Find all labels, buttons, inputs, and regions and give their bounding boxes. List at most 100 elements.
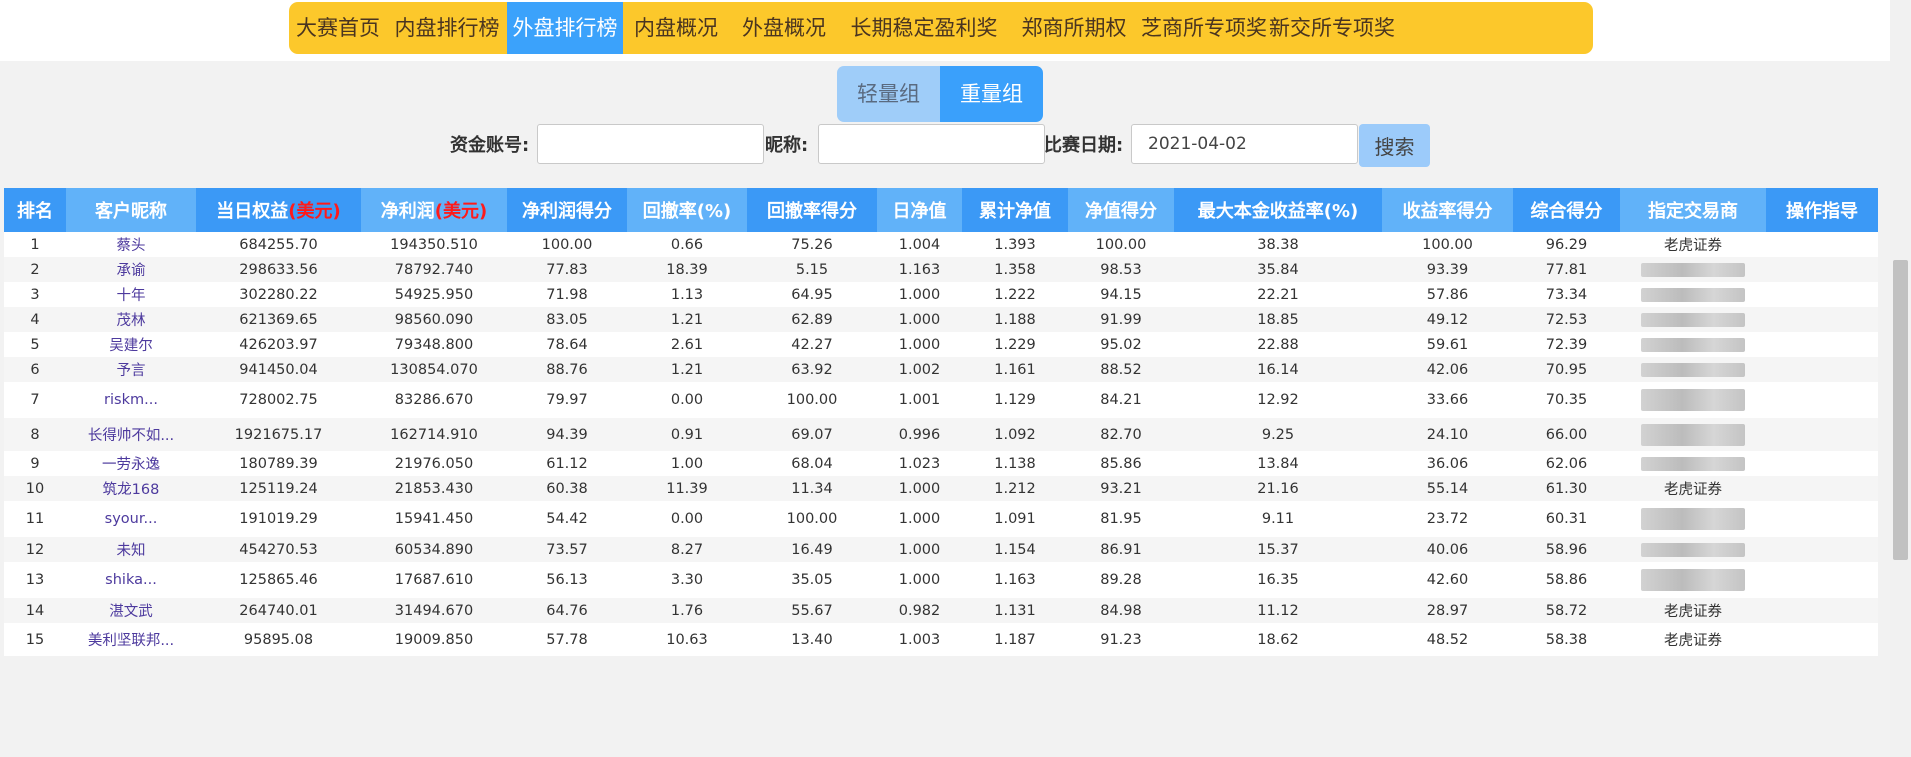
- cell-net-profit: 162714.910: [361, 418, 507, 451]
- nav-item-9[interactable]: 新交所专项奖: [1269, 2, 1395, 54]
- cell-nickname[interactable]: 美利坚联邦...: [66, 623, 196, 656]
- cell-return-score: 59.61: [1382, 332, 1513, 357]
- cell-nickname[interactable]: 十年: [66, 282, 196, 307]
- header-guide-label: 操作指导: [1786, 201, 1858, 222]
- cell-equity: 125865.46: [196, 562, 361, 598]
- table-row: 2 承谕 298633.56 78792.740 77.83 18.39 5.15 1.163…: [4, 257, 1878, 282]
- cell-return-score: 24.10: [1382, 418, 1513, 451]
- cell-guide[interactable]: [1766, 451, 1878, 476]
- cell-guide[interactable]: [1766, 623, 1878, 656]
- cell-guide[interactable]: [1766, 598, 1878, 623]
- cell-nav-score: 98.53: [1068, 257, 1174, 282]
- cell-nickname[interactable]: 承谕: [66, 257, 196, 282]
- cell-nickname[interactable]: riskm...: [66, 382, 196, 418]
- cell-cum-nav: 1.212: [962, 476, 1068, 501]
- cell-drawdown-score: 16.49: [747, 537, 877, 562]
- cell-max-return: 21.16: [1174, 476, 1382, 501]
- cell-equity: 941450.04: [196, 357, 361, 382]
- cell-daily-nav: 1.004: [877, 232, 962, 257]
- cell-nickname[interactable]: syour...: [66, 501, 196, 537]
- cell-nickname[interactable]: 一劳永逸: [66, 451, 196, 476]
- header-nickname: 客户昵称: [66, 188, 196, 232]
- cell-return-score: 42.06: [1382, 357, 1513, 382]
- cell-max-return: 22.88: [1174, 332, 1382, 357]
- header-drawdown-score-label: 回撤率得分: [767, 201, 857, 222]
- date-input[interactable]: [1131, 124, 1358, 164]
- group-toggle: 轻量组 重量组: [837, 66, 1043, 122]
- cell-drawdown: 18.39: [627, 257, 747, 282]
- cell-cum-nav: 1.092: [962, 418, 1068, 451]
- cell-nickname[interactable]: 吴建尔: [66, 332, 196, 357]
- cell-nickname[interactable]: 湛文武: [66, 598, 196, 623]
- cell-rank: 5: [4, 332, 66, 357]
- cell-cum-nav: 1.129: [962, 382, 1068, 418]
- cell-return-score: 33.66: [1382, 382, 1513, 418]
- cell-guide[interactable]: [1766, 257, 1878, 282]
- redacted-broker: [1641, 569, 1745, 591]
- cell-nickname[interactable]: 未知: [66, 537, 196, 562]
- cell-guide[interactable]: [1766, 562, 1878, 598]
- redacted-broker: [1641, 262, 1745, 277]
- cell-total-score: 70.35: [1513, 382, 1620, 418]
- cell-nickname[interactable]: 蔡头: [66, 232, 196, 257]
- cell-daily-nav: 1.002: [877, 357, 962, 382]
- cell-nav-score: 91.99: [1068, 307, 1174, 332]
- cell-equity: 180789.39: [196, 451, 361, 476]
- cell-nickname[interactable]: 茂林: [66, 307, 196, 332]
- header-drawdown-label: 回撤率(%): [642, 201, 732, 222]
- nav-item-5[interactable]: 外盘概况: [729, 2, 839, 54]
- table-row: 14 湛文武 264740.01 31494.670 64.76 1.76 55.67 0.9…: [4, 598, 1878, 623]
- cell-nav-score: 95.02: [1068, 332, 1174, 357]
- nav-item-2[interactable]: 内盘排行榜: [387, 2, 507, 54]
- header-guide: 操作指导: [1766, 188, 1878, 232]
- cell-guide[interactable]: [1766, 476, 1878, 501]
- scrollbar-thumb[interactable]: [1893, 260, 1908, 560]
- table-row: 15 美利坚联邦... 95895.08 19009.850 57.78 10.63 13.…: [4, 623, 1878, 656]
- table-row: 9 一劳永逸 180789.39 21976.050 61.12 1.00 68.04 1.0…: [4, 451, 1878, 476]
- main-nav: 大赛首页 内盘排行榜 外盘排行榜 内盘概况 外盘概况 长期稳定盈利奖 郑商所期权 芝商所专项奖…: [289, 2, 1593, 54]
- cell-daily-nav: 1.000: [877, 307, 962, 332]
- cell-net-profit: 31494.670: [361, 598, 507, 623]
- cell-guide[interactable]: [1766, 232, 1878, 257]
- cell-drawdown-score: 100.00: [747, 501, 877, 537]
- nav-item-4[interactable]: 内盘概况: [623, 2, 729, 54]
- cell-drawdown-score: 68.04: [747, 451, 877, 476]
- header-nav-score: 净值得分: [1068, 188, 1174, 232]
- cell-nickname[interactable]: 筑龙168: [66, 476, 196, 501]
- cell-rank: 3: [4, 282, 66, 307]
- cell-return-score: 93.39: [1382, 257, 1513, 282]
- cell-guide[interactable]: [1766, 307, 1878, 332]
- cell-guide[interactable]: [1766, 501, 1878, 537]
- table-row: 11 syour... 191019.29 15941.450 54.42 0.00 100…: [4, 501, 1878, 537]
- cell-broker: 老虎证券: [1620, 598, 1766, 623]
- cell-cum-nav: 1.229: [962, 332, 1068, 357]
- account-input[interactable]: [537, 124, 764, 164]
- cell-nickname[interactable]: shika...: [66, 562, 196, 598]
- cell-guide[interactable]: [1766, 282, 1878, 307]
- cell-equity: 728002.75: [196, 382, 361, 418]
- currency-suffix: (美元): [434, 201, 488, 222]
- cell-guide[interactable]: [1766, 382, 1878, 418]
- cell-guide[interactable]: [1766, 332, 1878, 357]
- cell-guide[interactable]: [1766, 537, 1878, 562]
- header-drawdown: 回撤率(%): [627, 188, 747, 232]
- nav-item-3[interactable]: 外盘排行榜: [507, 2, 623, 54]
- nav-item-7[interactable]: 郑商所期权: [1009, 2, 1139, 54]
- cell-broker: [1620, 332, 1766, 357]
- nav-item-1[interactable]: 大赛首页: [289, 2, 387, 54]
- cell-nickname[interactable]: 予言: [66, 357, 196, 382]
- light-group-button[interactable]: 轻量组: [837, 66, 940, 122]
- cell-total-score: 96.29: [1513, 232, 1620, 257]
- nav-item-6[interactable]: 长期稳定盈利奖: [839, 2, 1009, 54]
- cell-total-score: 73.34: [1513, 282, 1620, 307]
- cell-nav-score: 94.15: [1068, 282, 1174, 307]
- cell-guide[interactable]: [1766, 418, 1878, 451]
- nav-item-8[interactable]: 芝商所专项奖: [1139, 2, 1269, 54]
- heavy-group-button[interactable]: 重量组: [940, 66, 1043, 122]
- cell-nickname[interactable]: 长得帅不如...: [66, 418, 196, 451]
- date-label: 比赛日期:: [1044, 135, 1124, 156]
- nickname-input[interactable]: [818, 124, 1045, 164]
- search-button[interactable]: 搜索: [1359, 124, 1430, 167]
- cell-guide[interactable]: [1766, 357, 1878, 382]
- cell-daily-nav: 1.023: [877, 451, 962, 476]
